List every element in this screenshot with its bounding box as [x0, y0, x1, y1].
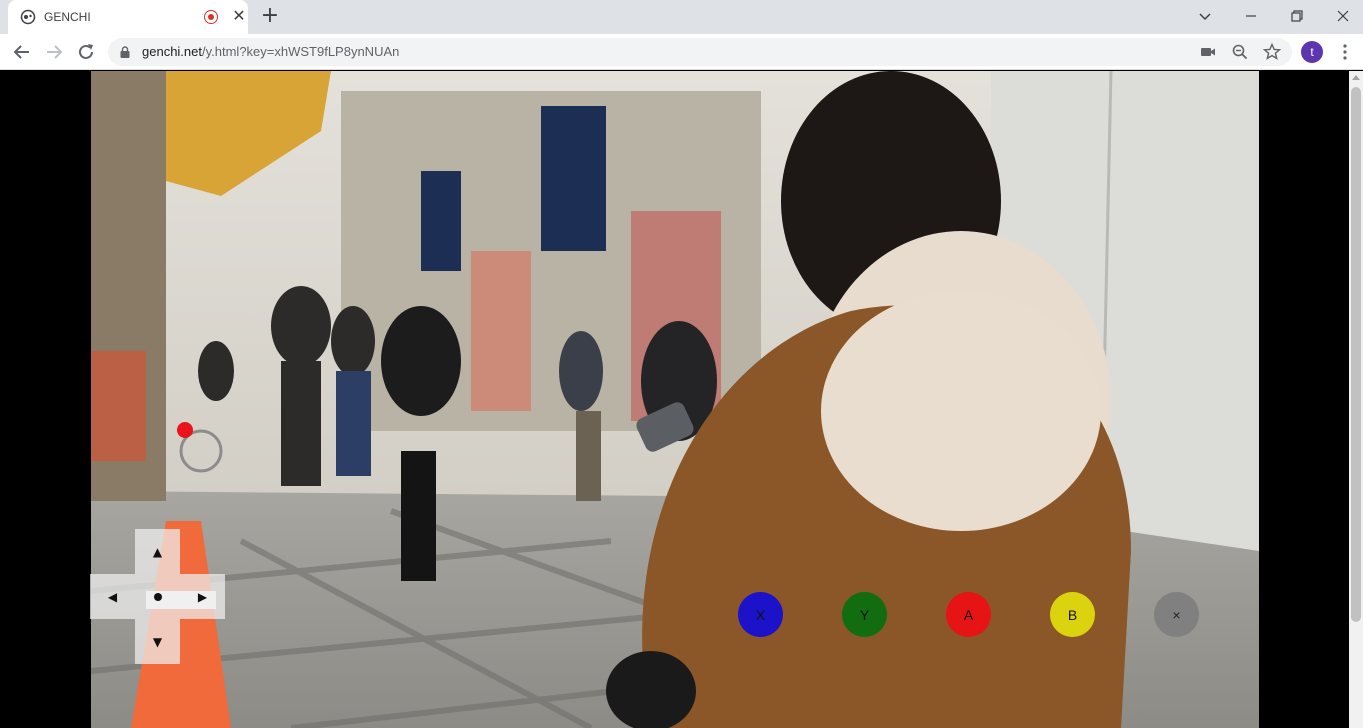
scroll-up-arrow-icon[interactable]	[1352, 75, 1360, 80]
window-close-icon[interactable]	[1331, 4, 1355, 28]
page-viewport: ▲ ◀ ▶ ▼ X Y A B ×	[0, 71, 1349, 728]
url-path: /y.html?key=xhWST9fLP8ynNUAn	[202, 44, 400, 59]
profile-avatar[interactable]: t	[1301, 41, 1323, 63]
star-icon[interactable]	[1262, 42, 1282, 62]
genchi-logo-icon	[20, 9, 36, 25]
dpad-center-dot-icon	[153, 592, 162, 601]
dpad-up-button[interactable]: ▲	[135, 529, 180, 574]
menu-icon[interactable]	[1335, 42, 1355, 62]
back-icon[interactable]	[10, 40, 34, 64]
close-stream-button[interactable]: ×	[1154, 592, 1199, 637]
browser-tab[interactable]: GENCHI ✕	[8, 0, 248, 34]
restore-icon[interactable]	[1285, 4, 1309, 28]
dpad-center-button[interactable]	[135, 574, 180, 619]
zoom-icon[interactable]	[1230, 42, 1250, 62]
address-bar[interactable]: genchi.net/y.html?key=xhWST9fLP8ynNUAn	[108, 38, 1292, 66]
a-button[interactable]: A	[946, 592, 991, 637]
browser-toolbar: genchi.net/y.html?key=xhWST9fLP8ynNUAn t	[0, 34, 1363, 70]
tab-strip: GENCHI ✕ +	[0, 0, 1363, 34]
b-button[interactable]: B	[1050, 592, 1095, 637]
url-text: genchi.net/y.html?key=xhWST9fLP8ynNUAn	[142, 44, 399, 59]
dpad-left-button[interactable]: ◀	[90, 574, 135, 619]
minimize-icon[interactable]	[1239, 4, 1263, 28]
recording-indicator-icon	[204, 10, 218, 24]
url-host: genchi.net	[142, 44, 202, 59]
dpad-down-button[interactable]: ▼	[135, 619, 180, 664]
dpad-right-button[interactable]: ▶	[180, 574, 225, 619]
camera-icon[interactable]	[1198, 42, 1218, 62]
new-tab-button[interactable]: +	[258, 5, 282, 29]
lock-icon[interactable]	[118, 45, 132, 59]
tab-title: GENCHI	[44, 10, 91, 24]
forward-icon[interactable]	[42, 40, 66, 64]
reload-icon[interactable]	[74, 40, 98, 64]
tab-search-chevron-icon[interactable]	[1193, 4, 1217, 28]
tab-close-button[interactable]: ✕	[230, 7, 248, 25]
y-button[interactable]: Y	[842, 592, 887, 637]
page-scrollbar[interactable]	[1349, 71, 1363, 728]
pointer-marker	[177, 422, 193, 438]
scrollbar-thumb[interactable]	[1351, 87, 1361, 622]
x-button[interactable]: X	[738, 592, 783, 637]
